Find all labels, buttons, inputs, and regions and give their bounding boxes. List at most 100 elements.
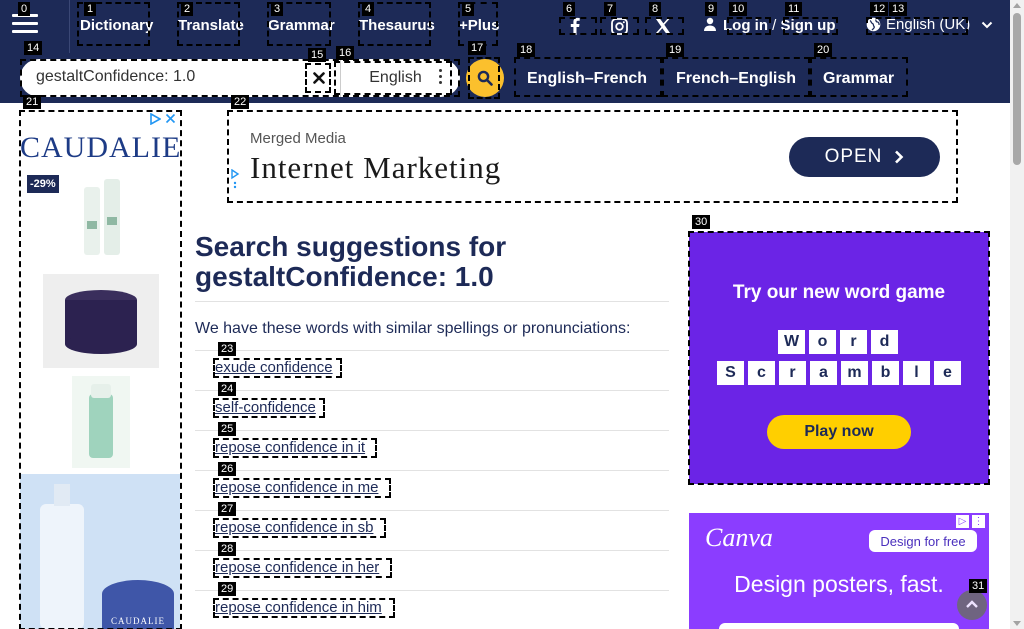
canva-ad[interactable]: Canva Design for free ▷ ⋮ Design posters… [689,513,989,629]
mark-number: 30 [692,215,711,229]
instagram-icon[interactable] [606,14,632,38]
french-english-link[interactable]: French–English [676,70,796,88]
login-link[interactable]: Log in [723,17,768,34]
facebook-icon[interactable] [562,14,588,38]
login-separator: / [772,17,777,34]
ad-choices[interactable] [149,113,176,125]
letter-tile: r [840,330,867,354]
play-now-button[interactable]: Play now [767,415,911,449]
chevron-down-icon [981,21,993,28]
page-title-prefix: Search suggestions for [195,231,507,262]
clear-search-button[interactable] [307,66,331,90]
mark-number: 26 [218,462,237,476]
letter-tile: e [934,361,961,385]
adchoices-icon: ▷ [956,515,969,528]
search-button[interactable] [466,59,504,97]
search-input[interactable] [36,68,306,86]
more-vertical-icon [439,69,442,84]
banner-ad[interactable]: Merged Media Internet Marketing OPEN [228,111,958,203]
suggestion-link[interactable]: repose confidence in sb [215,519,373,536]
arrow-up-icon [966,600,978,608]
english-french-link[interactable]: English–French [527,70,647,88]
letter-tile: d [871,330,898,354]
caudalie-logo: CAUDALIE [20,131,180,164]
suggestion-link[interactable]: repose confidence in him [215,599,382,616]
scramble-tiles: S c r a m b l e [717,361,961,385]
more-vertical-icon: ⋮ [972,515,985,528]
search-box: English [20,59,460,97]
site-language-label: English (UK) [886,16,971,33]
mark-number: 25 [218,422,237,436]
ad-choices[interactable]: ▷ ⋮ [956,515,985,528]
hamburger-icon[interactable] [12,14,38,36]
ad-close-icon[interactable] [165,113,176,124]
dictionary-selector[interactable]: English [340,59,450,97]
word-tiles: W o r d [778,330,898,354]
banner-headline: Internet Marketing [250,150,502,185]
page-title: Search suggestions for gestaltConfidence… [195,232,506,292]
product-image-stick [72,376,130,468]
caudalie-ad[interactable]: CAUDALIE -29% CAUDALIE [20,111,180,629]
nav-translate-link[interactable]: Translate [178,17,244,34]
letter-tile: W [778,330,805,354]
suggestions-intro: We have these words with similar spellin… [195,320,631,337]
divider [195,470,669,471]
canva-headline: Design posters, fast. [734,571,944,597]
x-twitter-icon[interactable] [650,14,676,38]
divider [195,301,669,302]
divider [195,510,669,511]
scroll-up-arrow[interactable] [1013,3,1021,8]
suggestion-link[interactable]: self-confidence [215,399,316,416]
suggestion-link[interactable]: repose confidence in me [215,479,378,496]
canva-logo: Canva [705,523,773,552]
letter-tile: a [810,361,837,385]
svg-text:CAUDALIE: CAUDALIE [111,616,165,626]
scroll-down-arrow[interactable] [1013,621,1021,626]
nav-divider [69,0,70,53]
user-icon [704,17,716,31]
nav-dictionary-link[interactable]: Dictionary [80,17,153,34]
back-to-top-button[interactable] [957,590,987,620]
adchoices-icon[interactable] [230,168,240,194]
signup-link[interactable]: Sign up [781,17,836,34]
mark-number: 29 [218,582,237,596]
close-icon [313,72,325,84]
letter-tile: m [841,361,868,385]
suggestion-link[interactable]: repose confidence in her [215,559,379,576]
divider [195,550,669,551]
letter-tile: c [748,361,775,385]
divider [195,430,669,431]
search-icon [477,70,493,86]
divider [195,590,669,591]
product-image-jar [43,274,159,368]
divider [195,350,669,351]
banner-advertiser: Merged Media [250,130,346,147]
letter-tile: S [717,361,744,385]
letter-tile: o [809,330,836,354]
mark-number: 23 [218,342,237,356]
canva-preview-bar [719,623,959,629]
adchoices-icon [150,113,161,125]
canva-design-button[interactable]: Design for free [869,530,977,552]
mark-number: 27 [218,502,237,516]
site-language-selector[interactable]: English (UK) [866,16,993,33]
chevron-right-icon [895,150,904,164]
divider [195,390,669,391]
grammar-link[interactable]: Grammar [823,70,894,88]
suggestion-link[interactable]: repose confidence in it [215,439,365,456]
suggestion-link[interactable]: exude confidence [215,359,333,376]
search-bar: English English–French French–English Gr… [0,53,1010,103]
product-image-serum: CAUDALIE [20,474,180,629]
discount-badge: -29% [27,175,59,193]
nav-plus-link[interactable]: +Plus [459,17,499,34]
login-area: Log in / Sign up [703,17,836,34]
page-scrollbar[interactable] [1010,0,1024,629]
globe-icon [866,17,881,32]
nav-grammar-link[interactable]: Grammar [268,17,335,34]
letter-tile: r [779,361,806,385]
banner-open-label: OPEN [824,146,883,167]
word-game-ad[interactable]: Try our new word game W o r d S c r a m … [689,232,989,484]
banner-open-button[interactable]: OPEN [789,137,940,177]
scrollbar-thumb[interactable] [1013,13,1021,165]
nav-thesaurus-link[interactable]: Thesaurus [359,17,435,34]
